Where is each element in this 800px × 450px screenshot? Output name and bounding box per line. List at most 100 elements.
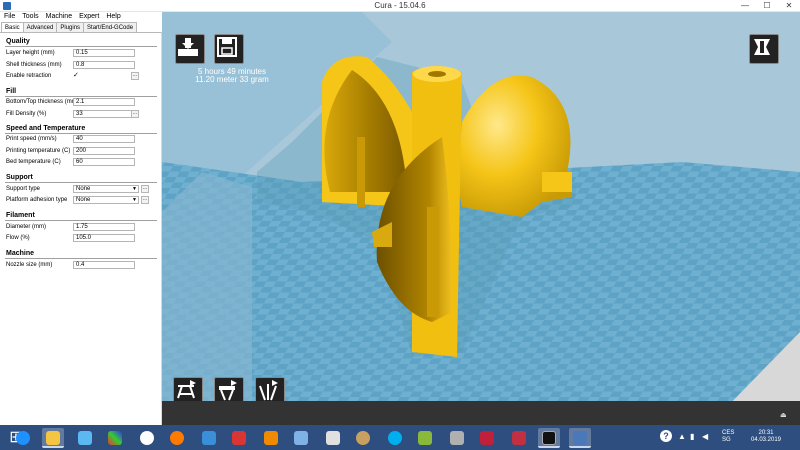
bed-shadow-left <box>162 172 252 402</box>
separator <box>5 96 157 97</box>
layer-height-input[interactable]: 0.15 <box>73 49 135 57</box>
file-explorer-icon[interactable] <box>42 428 64 448</box>
support-type-select[interactable]: None ▼ <box>73 185 139 193</box>
clock-date: 04.03.2019 <box>750 437 782 443</box>
taskbar: ⊞ ? ▲ ▮ ◀ CES SG 20:31 04.03.2019 <box>0 425 800 450</box>
load-model-button[interactable] <box>175 34 205 64</box>
fill-settings-button[interactable]: ... <box>131 110 139 118</box>
title-bar: Cura - 15.04.6 — ☐ ✕ <box>0 0 800 12</box>
fill-density-input[interactable]: 33 <box>73 110 135 118</box>
diameter-row: Diameter (mm) 1.75 <box>6 223 156 232</box>
retraction-settings-button[interactable]: ... <box>131 72 139 80</box>
printing-temperature-label: Printing temperature (C) <box>6 148 71 154</box>
adhesion-settings-button[interactable]: ... <box>141 196 149 204</box>
section-machine: Machine <box>6 250 35 257</box>
menu-help[interactable]: Help <box>106 12 120 22</box>
internet-explorer-icon[interactable] <box>12 428 34 448</box>
network-icon[interactable]: ▮ <box>690 432 694 441</box>
menu-bar: File Tools Machine Expert Help <box>0 12 162 22</box>
separator <box>5 46 157 47</box>
menu-machine[interactable]: Machine <box>46 12 72 22</box>
help-icon[interactable]: ? <box>660 430 672 442</box>
menu-file[interactable]: File <box>4 12 15 22</box>
left-post <box>357 137 365 207</box>
printer-icon[interactable] <box>446 428 468 448</box>
bed-temperature-input[interactable]: 60 <box>73 158 135 166</box>
platform-adhesion-label: Platform adhesion type <box>6 197 68 203</box>
volume-icon[interactable]: ◀ <box>702 432 708 441</box>
language-indicator[interactable]: CES SG <box>722 430 734 444</box>
bed-temperature-label: Bed temperature (C) <box>6 159 61 165</box>
view-mode-button[interactable] <box>749 34 779 64</box>
settings-panel: Quality Layer height (mm) 0.15 Shell thi… <box>0 32 162 425</box>
minimize-button[interactable]: — <box>734 0 756 12</box>
support-type-label: Support type <box>6 186 41 192</box>
diameter-label: Diameter (mm) <box>6 224 46 230</box>
viewport-bottom-bar: ⏏ <box>162 401 800 425</box>
support-settings-button[interactable]: ... <box>141 185 149 193</box>
layer-view-icon[interactable]: ⏏ <box>780 411 796 421</box>
shell-thickness-input[interactable]: 0.8 <box>73 61 135 69</box>
shell-thickness-row: Shell thickness (mm) 0.8 <box>6 61 156 70</box>
window-title: Cura - 15.04.6 <box>374 1 426 10</box>
separator <box>5 182 157 183</box>
flow-input[interactable]: 105.0 <box>73 234 135 242</box>
scale-icon <box>219 380 237 401</box>
platform-adhesion-value: None <box>76 197 91 203</box>
skype-icon[interactable] <box>384 428 406 448</box>
fill-density-label: Fill Density (%) <box>6 111 47 117</box>
platform-adhesion-select[interactable]: None ▼ <box>73 196 139 204</box>
terminal-icon[interactable] <box>538 428 560 448</box>
separator <box>5 133 157 134</box>
keyboard-layout: SG <box>722 437 731 443</box>
app-icon[interactable] <box>198 428 220 448</box>
fill-density-row: Fill Density (%) 33 ... <box>6 110 156 119</box>
save-gcode-button[interactable] <box>214 34 244 64</box>
firefox-icon[interactable] <box>166 428 188 448</box>
clock-time: 20:31 <box>758 430 774 436</box>
close-button[interactable]: ✕ <box>778 0 800 12</box>
paint-icon[interactable] <box>290 428 312 448</box>
maximize-button[interactable]: ☐ <box>756 0 778 12</box>
rocket-icon[interactable] <box>74 428 96 448</box>
clock[interactable]: 20:31 04.03.2019 <box>746 430 786 444</box>
mirror-icon <box>259 380 278 401</box>
language-code: CES <box>722 430 735 436</box>
flow-label: Flow (%) <box>6 235 30 241</box>
tab-plugins[interactable]: Plugins <box>56 22 85 32</box>
bottom-top-thickness-row: Bottom/Top thickness (mm) 2.1 <box>6 98 156 107</box>
bottom-top-thickness-label: Bottom/Top thickness (mm) <box>6 99 79 105</box>
bed-temperature-row: Bed temperature (C) 60 <box>6 158 156 167</box>
menu-tools[interactable]: Tools <box>22 12 38 22</box>
platform-adhesion-row: Platform adhesion type None ▼ ... <box>6 196 156 205</box>
heart-app-icon[interactable] <box>476 428 498 448</box>
nozzle-size-label: Nozzle size (mm) <box>6 262 53 268</box>
diameter-input[interactable]: 1.75 <box>73 223 135 231</box>
print-speed-row: Print speed (mm/s) 40 <box>6 135 156 144</box>
cura-icon[interactable] <box>569 428 591 448</box>
separator <box>5 258 157 259</box>
hp-icon[interactable] <box>136 428 158 448</box>
green-app-icon[interactable] <box>414 428 436 448</box>
enable-retraction-label: Enable retraction <box>6 73 52 79</box>
tray-arrow-icon[interactable]: ▲ <box>678 432 686 441</box>
print-speed-input[interactable]: 40 <box>73 135 135 143</box>
terminal-window-icon[interactable] <box>322 428 344 448</box>
media-icon[interactable] <box>104 428 126 448</box>
palette-icon[interactable] <box>352 428 374 448</box>
print-speed-label: Print speed (mm/s) <box>6 136 57 142</box>
tab-start-end-gcode[interactable]: Start/End-GCode <box>83 22 138 32</box>
vlc-icon[interactable] <box>260 428 282 448</box>
print-estimate: 5 hours 49 minutes 11.20 meter 33 gram <box>162 68 302 84</box>
enable-retraction-checkbox[interactable]: ✓ <box>73 72 81 80</box>
menu-expert[interactable]: Expert <box>79 12 99 22</box>
printing-temperature-input[interactable]: 200 <box>73 147 135 155</box>
tab-advanced[interactable]: Advanced <box>22 22 58 32</box>
bottom-top-thickness-input[interactable]: 2.1 <box>73 98 135 106</box>
nozzle-size-input[interactable]: 0.4 <box>73 261 135 269</box>
chevron-down-icon: ▼ <box>132 197 137 203</box>
red-app-icon[interactable] <box>228 428 250 448</box>
3d-viewport[interactable]: 5 hours 49 minutes 11.20 meter 33 gram ⏏ <box>162 12 800 425</box>
cube-app-icon[interactable] <box>508 428 530 448</box>
load-icon <box>178 38 198 56</box>
